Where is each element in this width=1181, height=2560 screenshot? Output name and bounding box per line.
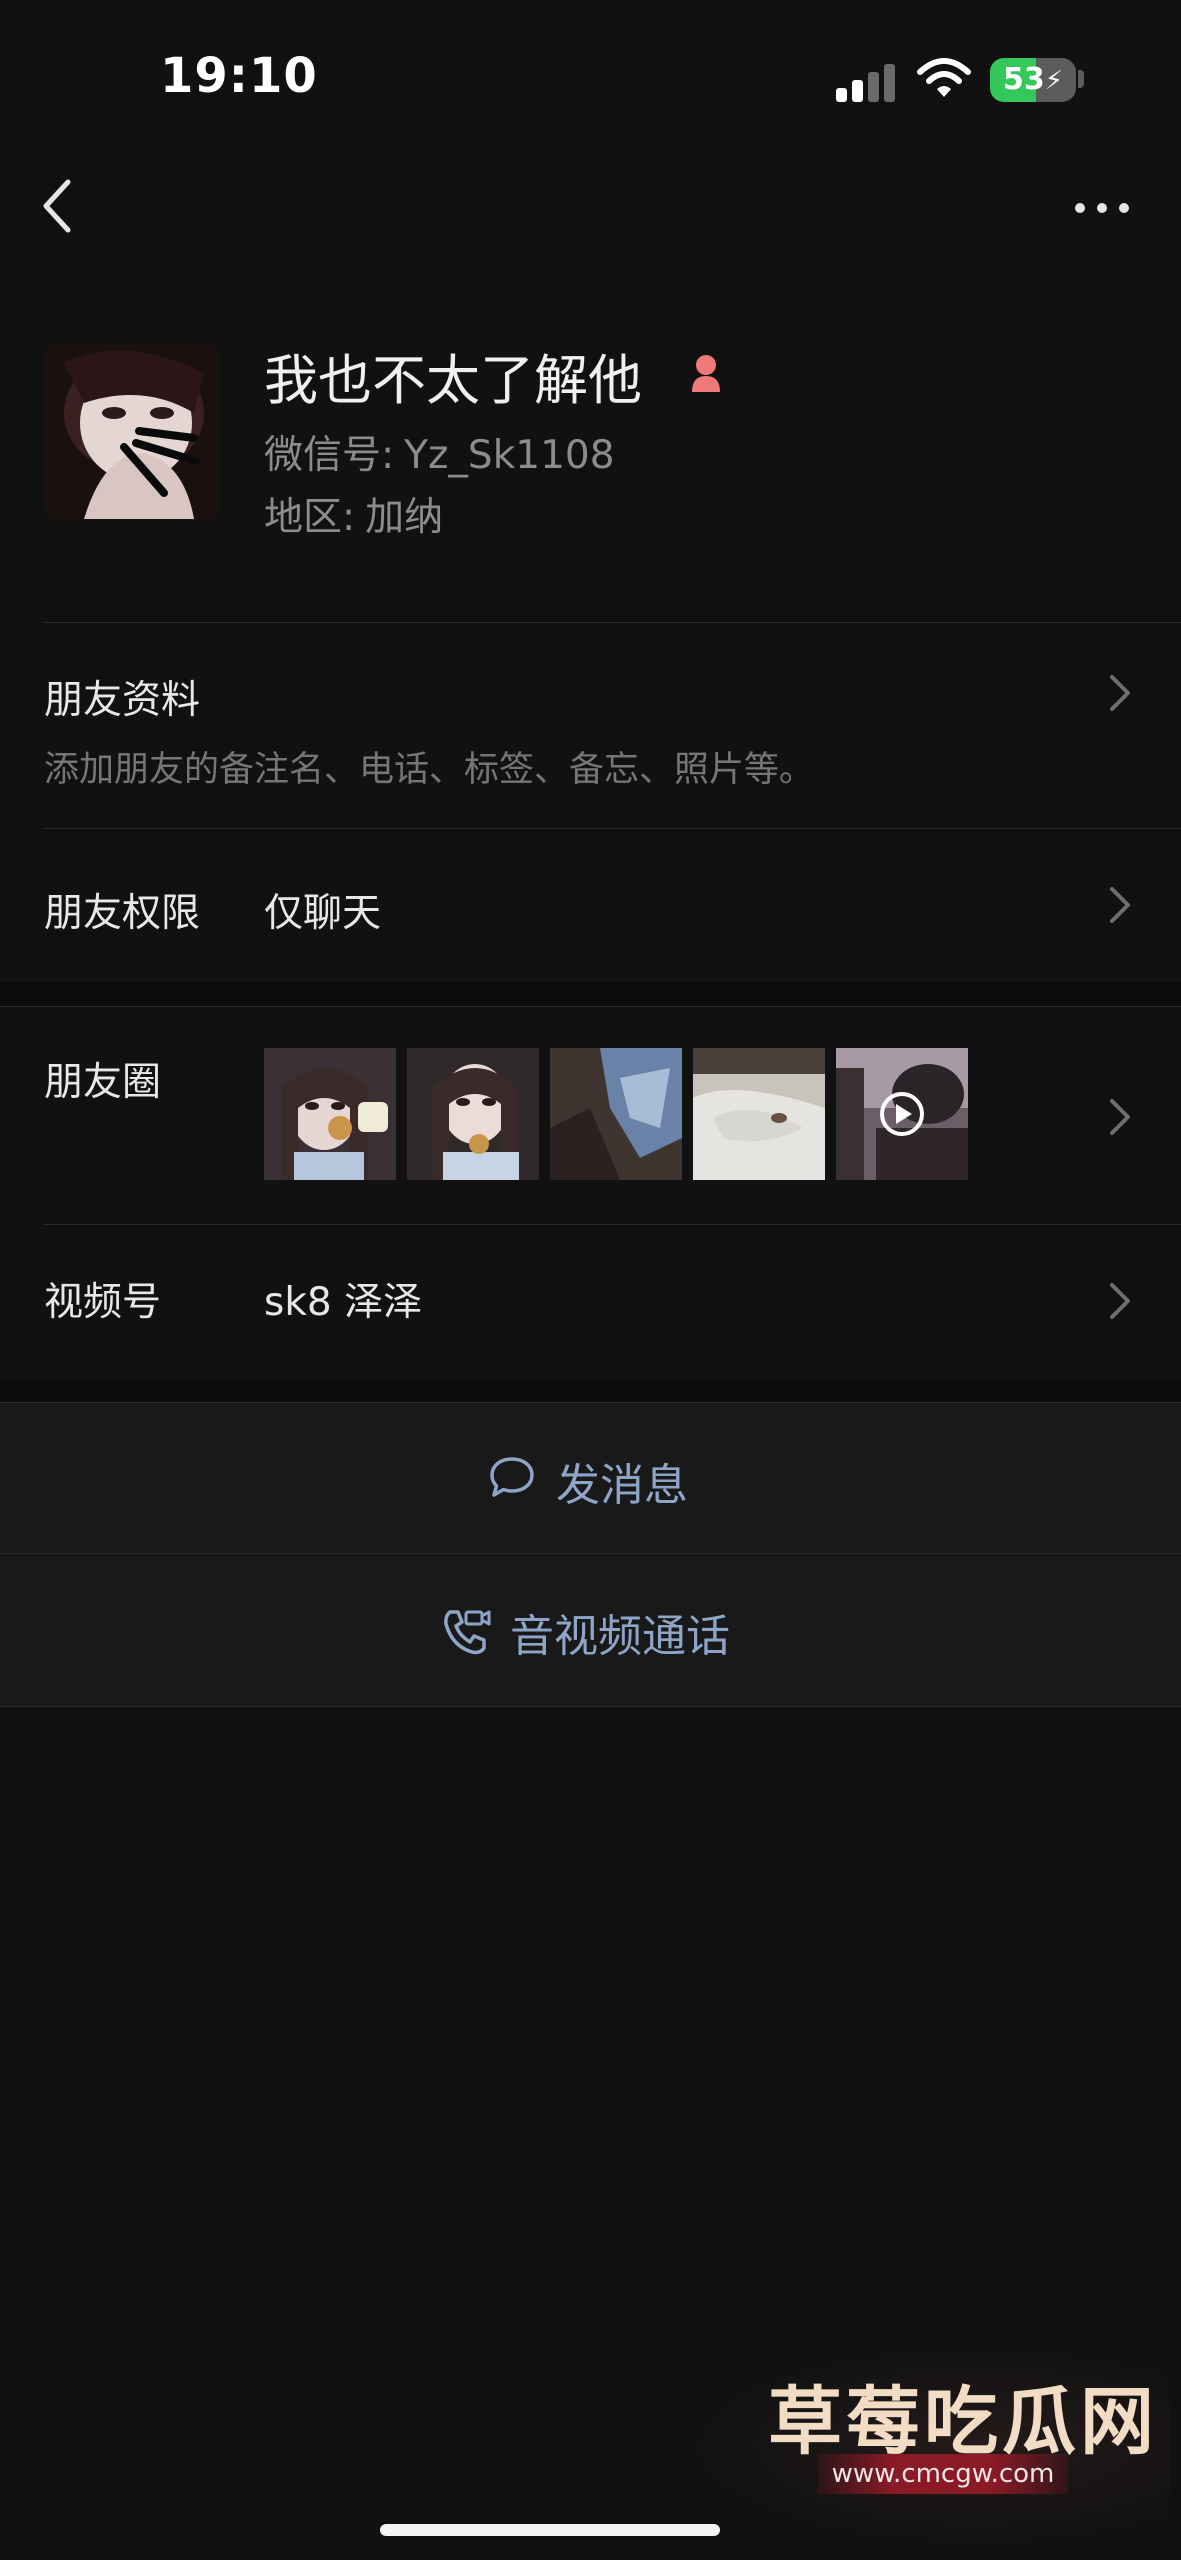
video-call-button[interactable]: 音视频通话: [0, 1554, 1181, 1706]
watermark-title: 草莓吃瓜网: [768, 2379, 1158, 2465]
moments-thumbnail[interactable]: [693, 1048, 825, 1180]
chevron-right-icon: [1110, 887, 1130, 923]
cellular-signal-icon: [836, 62, 900, 102]
moments-thumbnail[interactable]: [264, 1048, 396, 1180]
status-time: 19:10: [160, 48, 318, 104]
phone-video-icon: [444, 1610, 491, 1655]
channels-label: 视频号: [44, 1280, 162, 1325]
watermark-url: www.cmcgw.com: [818, 2454, 1068, 2494]
friend-info-title: 朋友资料: [44, 678, 201, 723]
chat-bubble-icon: [490, 1457, 534, 1497]
divider: [0, 1706, 1181, 1707]
avatar[interactable]: [44, 343, 220, 519]
moments-thumbnail[interactable]: [550, 1048, 682, 1180]
region-label: 地区:: [264, 495, 356, 540]
battery-indicator: 53⚡: [990, 58, 1076, 102]
home-indicator[interactable]: [380, 2524, 720, 2536]
channels-row[interactable]: 视频号 sk8 泽泽: [0, 1225, 1181, 1379]
nickname: 我也不太了解他: [264, 349, 642, 412]
moments-thumbnail[interactable]: [407, 1048, 539, 1180]
wechat-id-label: 微信号:: [264, 433, 395, 478]
charging-bolt-icon: ⚡: [1044, 66, 1063, 96]
region-value: 加纳: [365, 495, 444, 540]
ellipsis-icon[interactable]: [1072, 196, 1132, 220]
female-icon: [692, 355, 720, 392]
video-call-label: 音视频通话: [510, 1611, 730, 1662]
channels-value: sk8 泽泽: [264, 1280, 423, 1325]
wifi-icon: [917, 58, 971, 97]
chevron-right-icon: [1110, 675, 1130, 711]
avatar-image: [44, 343, 220, 519]
moments-label: 朋友圈: [44, 1060, 162, 1105]
send-message-button[interactable]: 发消息: [0, 1403, 1181, 1553]
wechat-id-value: Yz_Sk1108: [404, 433, 615, 478]
friend-info-row[interactable]: 朋友资料 添加朋友的备注名、电话、标签、备忘、照片等。: [0, 623, 1181, 828]
moments-thumbnail-video[interactable]: [836, 1048, 968, 1180]
send-message-label: 发消息: [556, 1460, 688, 1511]
section-gap: [0, 1380, 1181, 1402]
friend-permissions-value: 仅聊天: [264, 891, 382, 936]
section-gap: [0, 982, 1181, 1006]
region: 地区: 加纳: [264, 486, 443, 542]
chevron-right-icon: [1110, 1283, 1130, 1319]
battery-percent: 53: [1002, 62, 1045, 97]
chevron-left-icon[interactable]: [38, 176, 78, 236]
friend-permissions-label: 朋友权限: [44, 891, 201, 936]
chevron-right-icon: [1110, 1099, 1130, 1135]
friend-info-description: 添加朋友的备注名、电话、标签、备忘、照片等。: [44, 750, 815, 790]
friend-permissions-row[interactable]: 朋友权限 仅聊天: [0, 829, 1181, 981]
wechat-id: 微信号: Yz_Sk1108: [264, 424, 615, 480]
battery-cap: [1078, 70, 1084, 88]
